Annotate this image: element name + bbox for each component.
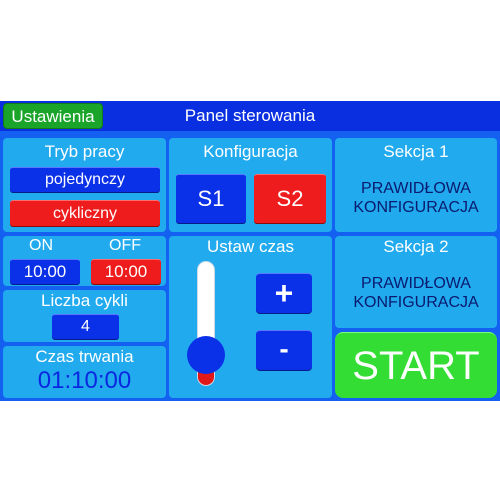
cycles-value[interactable]: 4: [52, 314, 119, 339]
section-1-panel: Sekcja 1 PRAWIDŁOWA KONFIGURACJA: [335, 138, 497, 232]
settings-button[interactable]: Ustawienia: [3, 103, 103, 129]
off-label: OFF: [109, 237, 141, 254]
mode-panel: Tryb pracy pojedynczy cykliczny: [3, 138, 166, 232]
configuration-panel: Konfiguracja S1 S2: [169, 138, 332, 232]
minus-button[interactable]: -: [256, 330, 312, 370]
section-2-panel: Sekcja 2 PRAWIDŁOWA KONFIGURACJA: [335, 236, 497, 328]
on-label: ON: [29, 237, 53, 254]
section-1-title: Sekcja 1: [383, 142, 449, 161]
section-1-status-line2: KONFIGURACJA: [353, 199, 479, 216]
section-2-title: Sekcja 2: [383, 237, 449, 256]
duration-value: 01:10:00: [37, 367, 132, 394]
on-time-value[interactable]: 10:00: [10, 259, 80, 284]
s2-button[interactable]: S2: [254, 174, 326, 223]
duration-title: Czas trwania: [35, 347, 134, 366]
single-mode-button[interactable]: pojedynczy: [10, 167, 160, 192]
mode-title: Tryb pracy: [44, 142, 125, 161]
start-button[interactable]: START: [335, 332, 497, 398]
configuration-title: Konfiguracja: [203, 142, 298, 161]
plus-button[interactable]: +: [256, 273, 312, 313]
off-time-value[interactable]: 10:00: [91, 259, 161, 284]
set-time-panel: Ustaw czas + -: [169, 236, 332, 398]
duration-panel: Czas trwania 01:10:00: [3, 346, 166, 398]
slider-handle[interactable]: [187, 336, 225, 374]
s1-button[interactable]: S1: [176, 174, 246, 223]
page-title: Panel sterowania: [184, 106, 316, 125]
section-2-status-line2: KONFIGURACJA: [353, 294, 479, 311]
cycles-panel: Liczba cykli 4: [3, 290, 166, 342]
cycles-title: Liczba cykli: [41, 291, 128, 310]
cyclic-mode-button[interactable]: cykliczny: [10, 200, 160, 226]
set-time-title: Ustaw czas: [207, 237, 294, 256]
time-slider[interactable]: [186, 261, 226, 391]
on-off-panel: ON OFF 10:00 10:00: [3, 236, 166, 286]
top-bar: Ustawienia Panel sterowania: [0, 101, 500, 131]
section-1-status-line1: PRAWIDŁOWA: [361, 180, 471, 197]
section-2-status-line1: PRAWIDŁOWA: [361, 275, 471, 292]
control-screen: Ustawienia Panel sterowania Tryb pracy p…: [0, 101, 500, 401]
